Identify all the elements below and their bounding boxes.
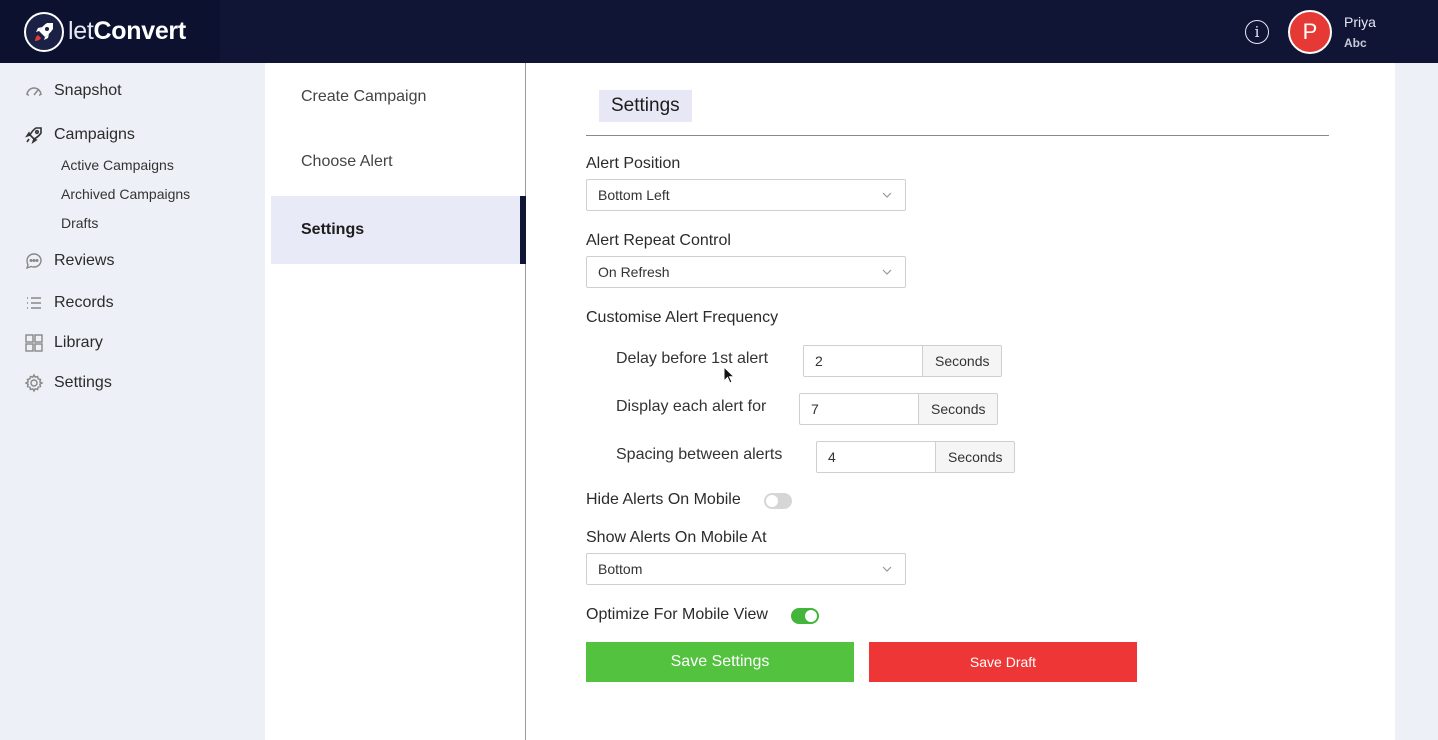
delay-first-alert-input[interactable] bbox=[803, 345, 923, 377]
sidebar-item-label: Settings bbox=[54, 374, 112, 391]
rocket-logo-icon bbox=[24, 11, 64, 52]
sidebar: Snapshot Campaigns Active Campaigns Arch… bbox=[0, 63, 265, 740]
sidebar-item-campaigns[interactable]: Campaigns bbox=[24, 125, 135, 145]
step-settings[interactable]: Settings bbox=[271, 196, 526, 264]
sidebar-subitem-archived-campaigns[interactable]: Archived Campaigns bbox=[61, 186, 190, 202]
save-draft-button[interactable]: Save Draft bbox=[869, 642, 1137, 682]
alert-position-value: Bottom Left bbox=[598, 187, 670, 203]
delay-first-alert-label: Delay before 1st alert bbox=[616, 350, 769, 367]
info-icon[interactable]: i bbox=[1245, 20, 1269, 44]
rocket-icon bbox=[25, 127, 42, 144]
alert-repeat-value: On Refresh bbox=[598, 264, 670, 280]
alert-repeat-label: Alert Repeat Control bbox=[586, 232, 731, 249]
sidebar-item-snapshot[interactable]: Snapshot bbox=[24, 81, 122, 101]
hide-mobile-toggle[interactable] bbox=[764, 493, 792, 509]
sidebar-item-label: Library bbox=[54, 334, 103, 351]
seconds-addon: Seconds bbox=[923, 345, 1003, 377]
chevron-down-icon bbox=[882, 192, 892, 198]
gear-icon bbox=[24, 373, 44, 393]
avatar[interactable]: P bbox=[1288, 10, 1332, 54]
chevron-down-icon bbox=[882, 566, 892, 572]
grid-icon bbox=[25, 334, 43, 352]
sidebar-item-records[interactable]: Records bbox=[24, 293, 114, 313]
alert-position-select[interactable]: Bottom Left bbox=[586, 179, 906, 211]
sidebar-item-label: Reviews bbox=[54, 252, 115, 269]
logo-text: letConvert bbox=[68, 17, 186, 45]
spacing-alerts-input[interactable] bbox=[816, 441, 936, 473]
wizard-steps: Create Campaign Choose Alert Settings bbox=[265, 63, 526, 740]
display-alert-group: Seconds bbox=[799, 393, 999, 425]
optimize-mobile-toggle[interactable] bbox=[791, 608, 819, 624]
sidebar-item-reviews[interactable]: Reviews bbox=[24, 251, 114, 271]
sidebar-subitem-drafts[interactable]: Drafts bbox=[61, 215, 98, 231]
seconds-addon: Seconds bbox=[936, 441, 1016, 473]
page-title: Settings bbox=[599, 90, 692, 122]
sidebar-item-label: Records bbox=[54, 294, 114, 311]
step-choose-alert[interactable]: Choose Alert bbox=[271, 128, 526, 196]
save-settings-button[interactable]: Save Settings bbox=[586, 642, 854, 682]
hide-mobile-label: Hide Alerts On Mobile bbox=[586, 491, 741, 508]
logo[interactable]: letConvert bbox=[0, 0, 220, 63]
sidebar-item-settings[interactable]: Settings bbox=[24, 373, 112, 393]
chevron-down-icon bbox=[882, 269, 892, 275]
alert-frequency-label: Customise Alert Frequency bbox=[586, 309, 779, 326]
alert-repeat-select[interactable]: On Refresh bbox=[586, 256, 906, 288]
sidebar-item-label: Snapshot bbox=[54, 82, 122, 99]
spacing-alerts-group: Seconds bbox=[816, 441, 1016, 473]
top-bar: letConvert i P Priya Abc bbox=[0, 0, 1438, 63]
show-mobile-at-label: Show Alerts On Mobile At bbox=[586, 529, 767, 546]
optimize-mobile-label: Optimize For Mobile View bbox=[586, 606, 768, 623]
display-alert-input[interactable] bbox=[799, 393, 919, 425]
list-icon bbox=[27, 297, 41, 309]
seconds-addon: Seconds bbox=[919, 393, 999, 425]
user-subtitle: Abc bbox=[1344, 36, 1367, 50]
delay-first-alert-group: Seconds bbox=[803, 345, 1003, 377]
title-divider bbox=[586, 135, 1329, 136]
mouse-cursor-icon bbox=[723, 366, 735, 384]
alert-position-label: Alert Position bbox=[586, 155, 681, 172]
chat-bubble-icon bbox=[25, 253, 42, 270]
settings-panel: Settings Alert Position Bottom Left Aler… bbox=[526, 63, 1395, 740]
sidebar-item-library[interactable]: Library bbox=[24, 333, 103, 353]
show-mobile-at-select[interactable]: Bottom bbox=[586, 553, 906, 585]
sidebar-subitem-active-campaigns[interactable]: Active Campaigns bbox=[61, 157, 174, 173]
step-create-campaign[interactable]: Create Campaign bbox=[271, 63, 526, 131]
spacing-alerts-label: Spacing between alerts bbox=[616, 446, 783, 463]
gauge-icon bbox=[26, 87, 42, 96]
display-alert-label: Display each alert for bbox=[616, 398, 767, 415]
user-name[interactable]: Priya bbox=[1344, 14, 1376, 30]
sidebar-item-label: Campaigns bbox=[54, 126, 135, 143]
show-mobile-at-value: Bottom bbox=[598, 561, 643, 577]
